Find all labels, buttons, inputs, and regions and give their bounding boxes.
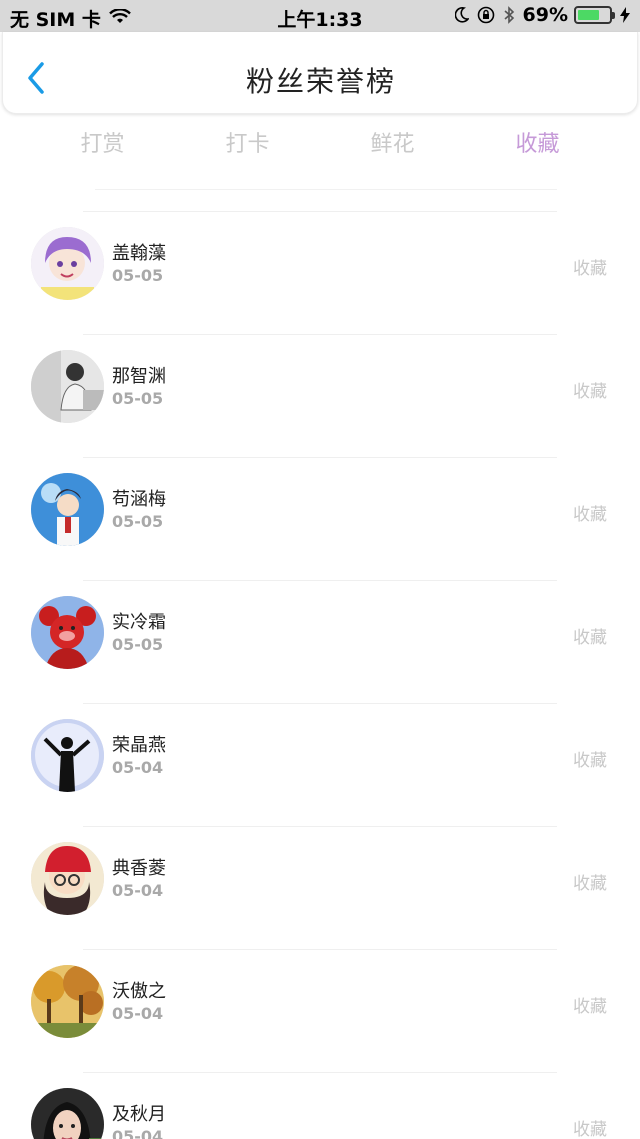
row-divider	[83, 457, 557, 458]
collect-action[interactable]: 收藏	[573, 623, 607, 648]
charging-bolt-icon	[620, 7, 630, 23]
orientation-lock-icon	[477, 6, 495, 24]
tab-3[interactable]: 收藏	[465, 126, 610, 162]
fan-date: 05-04	[112, 758, 164, 777]
fan-date: 05-04	[112, 1127, 164, 1139]
list-item[interactable]: 沃傲之 05-04 收藏	[0, 949, 640, 1072]
tab-divider	[95, 189, 557, 190]
fan-name: 荣晶燕	[112, 735, 166, 756]
bluetooth-icon	[503, 6, 515, 24]
battery-fill	[578, 10, 599, 20]
fan-name: 苟涵梅	[112, 489, 166, 510]
fan-list: 盖翰藻 05-05 收藏 那智渊 05-05 收藏 苟涵梅 05-05 收藏 实冷霜 05-05 收藏…	[0, 211, 640, 1139]
row-divider	[83, 703, 557, 704]
fan-date: 05-05	[112, 635, 164, 654]
silhouette-moon-avatar[interactable]	[31, 719, 104, 792]
tab-0[interactable]: 打赏	[30, 126, 175, 162]
list-item[interactable]: 盖翰藻 05-05 收藏	[0, 211, 640, 334]
collect-action[interactable]: 收藏	[573, 500, 607, 525]
collect-action[interactable]: 收藏	[573, 992, 607, 1017]
tab-bar: 打赏 打卡 鲜花 收藏	[30, 126, 610, 162]
row-divider	[83, 334, 557, 335]
battery-percent: 69%	[522, 4, 568, 26]
moon-icon	[454, 7, 469, 23]
fan-date: 05-05	[112, 389, 164, 408]
anime-red-hat-avatar[interactable]	[31, 842, 104, 915]
fan-name: 盖翰藻	[112, 243, 166, 264]
status-right: 69%	[447, 4, 630, 26]
red-plush-toy-avatar[interactable]	[31, 596, 104, 669]
tab-1[interactable]: 打卡	[175, 126, 320, 162]
list-item[interactable]: 荣晶燕 05-04 收藏	[0, 703, 640, 826]
list-item[interactable]: 实冷霜 05-05 收藏	[0, 580, 640, 703]
list-item[interactable]: 及秋月 05-04 收藏	[0, 1072, 640, 1139]
fan-name: 典香菱	[112, 858, 166, 879]
fan-name: 那智渊	[112, 366, 166, 387]
fan-date: 05-05	[112, 512, 164, 531]
page-title: 粉丝荣誉榜	[245, 65, 396, 98]
fan-date: 05-05	[112, 266, 164, 285]
anime-purple-hair-avatar[interactable]	[31, 227, 104, 300]
list-item[interactable]: 苟涵梅 05-05 收藏	[0, 457, 640, 580]
collect-action[interactable]: 收藏	[573, 746, 607, 771]
collect-action[interactable]: 收藏	[573, 254, 607, 279]
row-divider	[83, 949, 557, 950]
woman-portrait-avatar[interactable]	[31, 1088, 104, 1139]
tab-2[interactable]: 鲜花	[320, 126, 465, 162]
fan-date: 05-04	[112, 1004, 164, 1023]
list-item[interactable]: 典香菱 05-04 收藏	[0, 826, 640, 949]
autumn-trees-avatar[interactable]	[31, 965, 104, 1038]
fan-name: 沃傲之	[112, 981, 166, 1002]
collect-action[interactable]: 收藏	[573, 377, 607, 402]
fan-name: 实冷霜	[112, 612, 166, 633]
status-bar: 无 SIM 卡 上午1:33 69%	[0, 0, 640, 32]
battery-icon	[574, 6, 615, 24]
collect-action[interactable]: 收藏	[573, 869, 607, 894]
row-divider	[83, 580, 557, 581]
fan-name: 及秋月	[112, 1104, 166, 1125]
grayscale-person-avatar[interactable]	[31, 350, 104, 423]
nav-header: 粉丝荣誉榜	[2, 32, 638, 114]
row-divider	[83, 826, 557, 827]
list-item[interactable]: 那智渊 05-05 收藏	[0, 334, 640, 457]
fan-date: 05-04	[112, 881, 164, 900]
row-divider	[83, 211, 557, 212]
collect-action[interactable]: 收藏	[573, 1115, 607, 1139]
anime-boy-sky-avatar[interactable]	[31, 473, 104, 546]
row-divider	[83, 1072, 557, 1073]
